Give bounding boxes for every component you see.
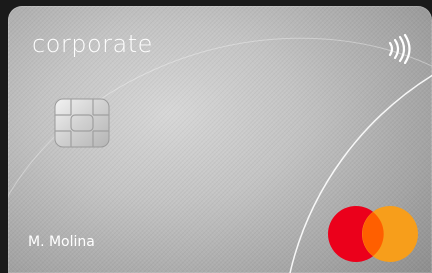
cardholder-name: M. Molina — [28, 234, 95, 250]
chip-icon — [54, 98, 110, 148]
mastercard-logo — [328, 206, 418, 262]
contactless-icon — [388, 34, 411, 64]
payment-card: corporate M. Molina — [8, 6, 432, 273]
card-brand-label: corporate — [32, 30, 153, 58]
